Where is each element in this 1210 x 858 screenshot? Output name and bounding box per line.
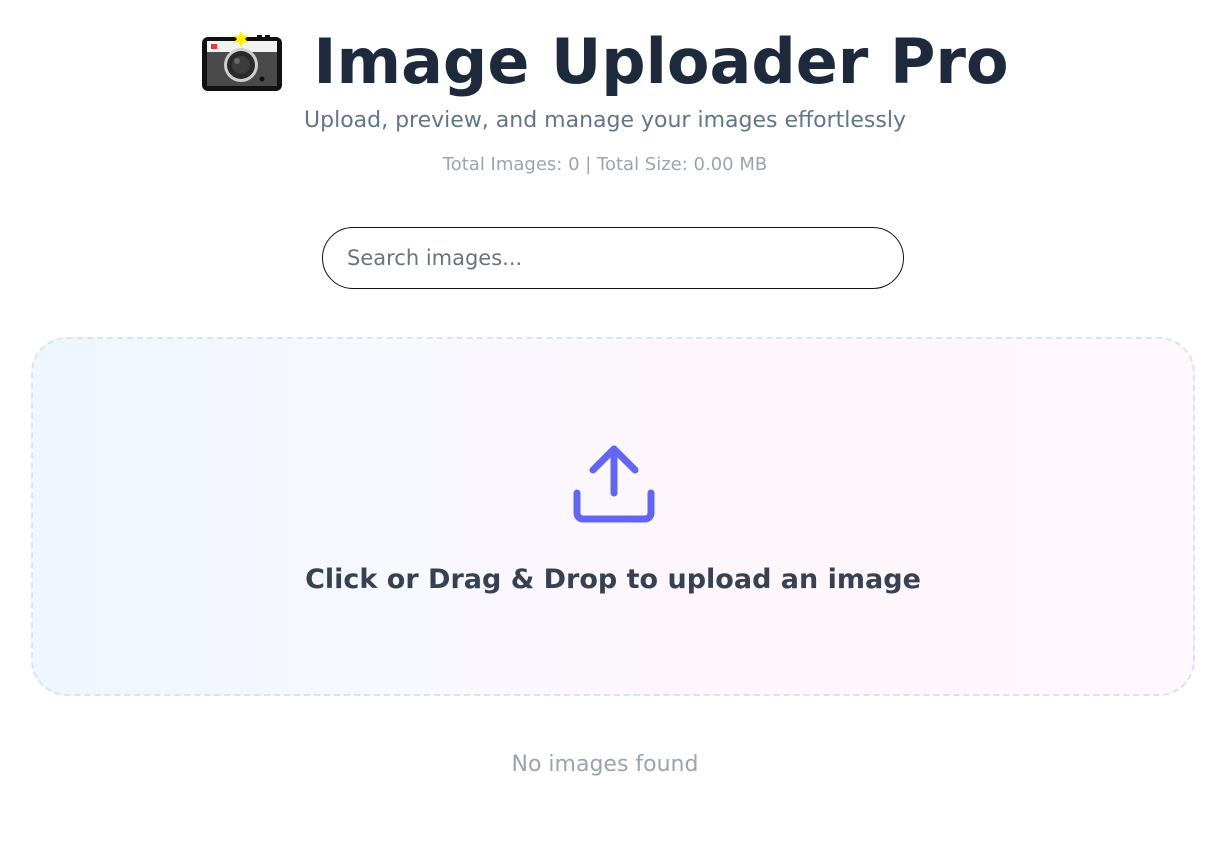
- empty-gallery-message: No images found: [511, 752, 699, 777]
- header: Image Uploader Pro: [0, 18, 1210, 106]
- stats-summary: Total Images: 0 | Total Size: 0.00 MB: [442, 154, 768, 175]
- dropzone-label: Click or Drag & Drop to upload an image: [305, 564, 921, 595]
- upload-dropzone[interactable]: Click or Drag & Drop to upload an image: [31, 337, 1195, 696]
- page: Image Uploader Pro Upload, preview, and …: [0, 0, 1210, 858]
- camera-icon: [201, 31, 283, 93]
- search-input[interactable]: [322, 227, 904, 289]
- page-title: Image Uploader Pro: [313, 25, 1009, 98]
- page-subtitle: Upload, preview, and manage your images …: [304, 108, 906, 133]
- search-container: [322, 227, 904, 289]
- upload-icon: [573, 443, 655, 525]
